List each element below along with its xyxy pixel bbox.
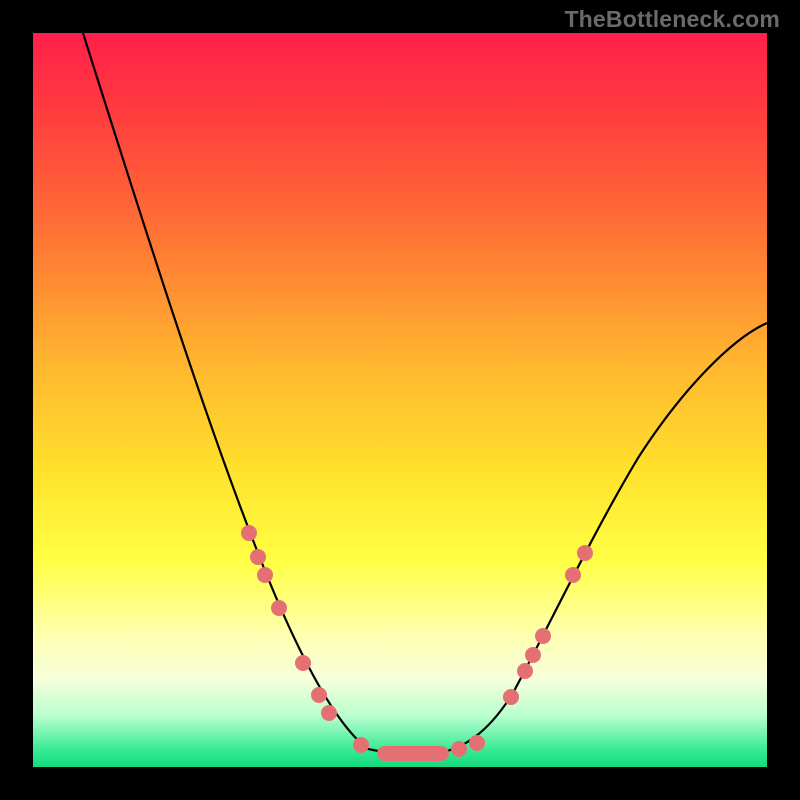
- marker-left: [241, 525, 257, 541]
- marker-left: [257, 567, 273, 583]
- marker-left: [321, 705, 337, 721]
- marker-right: [503, 689, 519, 705]
- watermark-text: TheBottleneck.com: [564, 6, 780, 33]
- marker-left: [271, 600, 287, 616]
- left-curve: [83, 33, 388, 753]
- marker-right: [577, 545, 593, 561]
- marker-right: [525, 647, 541, 663]
- marker-right: [451, 741, 467, 757]
- right-curve: [438, 323, 767, 753]
- marker-left: [311, 687, 327, 703]
- marker-left: [295, 655, 311, 671]
- marker-left: [250, 549, 266, 565]
- plot-svg: [33, 33, 767, 767]
- marker-right: [565, 567, 581, 583]
- marker-right: [535, 628, 551, 644]
- chart-area: [33, 33, 767, 767]
- marker-right: [517, 663, 533, 679]
- marker-right: [469, 735, 485, 751]
- marker-left: [353, 737, 369, 753]
- flat-segment: [377, 746, 449, 761]
